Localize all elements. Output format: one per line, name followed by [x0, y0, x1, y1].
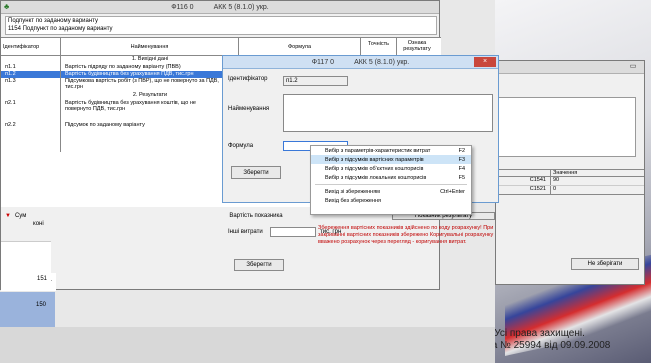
dialog-save-button[interactable]: Зберегти — [231, 166, 281, 179]
menu-separator — [315, 184, 467, 185]
dialog-title: Ф117 0 — [311, 58, 335, 66]
right-cancel-button[interactable]: Не зберігати — [571, 258, 639, 270]
row-id: п2.1 — [1, 100, 61, 122]
menu-item-shortcut: F2 — [458, 147, 465, 154]
other-costs-input[interactable] — [270, 227, 316, 237]
lower-form-panel: Вартість показника Інші витрати тис. грн… — [226, 211, 439, 291]
breadcrumb-line-1: Подпункт по заданому варианту — [8, 18, 98, 24]
right-panel-textarea[interactable] — [498, 97, 636, 157]
menu-item-cost-params[interactable]: Вибір з параметрів-характеристик витрат … — [311, 146, 471, 155]
menu-item-exit-nosave[interactable]: Вихід без збереження — [311, 196, 471, 205]
main-window-title: Ф116 0 — [171, 3, 194, 11]
section-title: 1. Вихідні дані — [131, 56, 169, 62]
menu-item-object-estimates[interactable]: Вибір з підсумків об'єктних кошторисів F… — [311, 164, 471, 173]
column-header-result-flag[interactable]: Ознака результату — [397, 38, 437, 55]
red-marker-icon: ▼ — [5, 213, 11, 219]
row-name: Підсумок по заданому варіанту — [65, 122, 145, 128]
right-table-header-code — [496, 170, 551, 176]
column-header-formula[interactable]: Формула — [239, 38, 361, 55]
section-title: 2. Результати — [132, 92, 168, 98]
row-id: п1.2 — [1, 71, 61, 78]
row-name: Вартість будівництва без урахування кошт… — [65, 100, 196, 112]
other-costs-label: Інші витрати — [228, 229, 263, 235]
left-value-cell: 151 — [1, 241, 51, 291]
main-window-subtitle: АКК 5 (8.1.0) укр. — [213, 3, 269, 11]
right-table-value: 0 — [553, 186, 557, 192]
formula-label: Формула — [228, 143, 254, 149]
menu-item-label: Вибір з підсумків вартісних параметрів — [325, 156, 424, 163]
menu-item-label: Вибір з параметрів-характеристик витрат — [325, 147, 431, 154]
right-table-value: 90 — [553, 177, 560, 183]
column-header-name[interactable]: Найменування — [61, 38, 239, 55]
table-row[interactable]: С1541 90 — [496, 177, 644, 186]
table-header: Ідентифікатор Найменування Формула Точні… — [1, 38, 441, 56]
close-button[interactable]: × — [474, 57, 496, 67]
row-name: Підсумкова вартість робіт (з ПВР), що не… — [65, 78, 219, 90]
right-table-code: С1521 — [496, 186, 551, 194]
lower-section-label: Вартість показника — [229, 213, 283, 219]
row-name: Вартість підряду по заданому варіанту (П… — [65, 64, 181, 70]
menu-item-cost-totals[interactable]: Вибір з підсумків вартісних параметрів F… — [311, 155, 471, 164]
app-icon: ♣ — [4, 2, 10, 11]
breadcrumb: Подпункт по заданому варианту 1154 Подпу… — [5, 16, 437, 35]
name-label: Найменування — [228, 106, 270, 112]
row-name: Вартість будівництва без урахування ПДВ,… — [65, 71, 194, 77]
dialog-subtitle: АКК 5 (8.1.0) укр. — [354, 58, 410, 66]
warning-text: Збереження вартісних показників здійснен… — [318, 225, 494, 245]
column-header-id[interactable]: Ідентифікатор — [1, 38, 61, 55]
dialog-titlebar: Ф117 0 АКК 5 (8.1.0) укр. × — [223, 56, 498, 69]
column-header-precision[interactable]: Точність — [361, 38, 397, 55]
right-panel-window: ▭ Значення С1541 90 С1521 0 Не зберігати — [495, 60, 645, 285]
identifier-label: Ідентифікатор — [228, 76, 268, 82]
minimize-button[interactable]: ▭ — [626, 62, 640, 72]
right-panel-titlebar: ▭ — [496, 61, 644, 74]
menu-item-exit-save[interactable]: Вихід зі збереженням Ctrl+Enter — [311, 187, 471, 196]
main-window-titlebar: ♣ Ф116 0 АКК 5 (8.1.0) укр. — [1, 1, 439, 14]
right-table-header-value: Значення — [553, 170, 578, 176]
menu-item-local-estimates[interactable]: Вибір з підсумків локальних кошторисів F… — [311, 173, 471, 182]
row-id: п1.1 — [1, 64, 61, 71]
name-textarea[interactable] — [283, 94, 493, 132]
right-panel-table: Значення С1541 90 С1521 0 — [496, 169, 644, 195]
row-id: п2.2 — [1, 122, 61, 152]
menu-item-label: Вихід без збереження — [325, 197, 381, 204]
menu-item-shortcut: F3 — [458, 156, 465, 163]
left-label-2: коні — [33, 221, 44, 227]
menu-item-label: Вибір з підсумків локальних кошторисів — [325, 174, 427, 181]
identifier-field[interactable]: п1.2 — [283, 76, 348, 86]
menu-item-label: Вибір з підсумків об'єктних кошторисів — [325, 165, 424, 172]
formula-context-menu: Вибір з параметрів-характеристик витрат … — [310, 145, 472, 215]
menu-item-shortcut: F4 — [458, 165, 465, 172]
menu-item-shortcut: Ctrl+Enter — [440, 188, 465, 195]
left-label: Сум — [14, 213, 27, 219]
left-label-row: ▼ Сум — [1, 211, 56, 221]
menu-item-label: Вихід зі збереженням — [325, 188, 380, 195]
row-id: п1.3 — [1, 78, 61, 92]
left-value-2: 150 — [0, 292, 55, 327]
save-button[interactable]: Зберегти — [234, 259, 284, 271]
table-row[interactable]: С1521 0 — [496, 186, 644, 195]
taskbar-area — [0, 327, 495, 363]
right-table-code: С1541 — [496, 177, 551, 185]
menu-item-shortcut: F5 — [458, 174, 465, 181]
breadcrumb-line-2: 1154 Подпункт по заданому варианту — [8, 26, 113, 32]
